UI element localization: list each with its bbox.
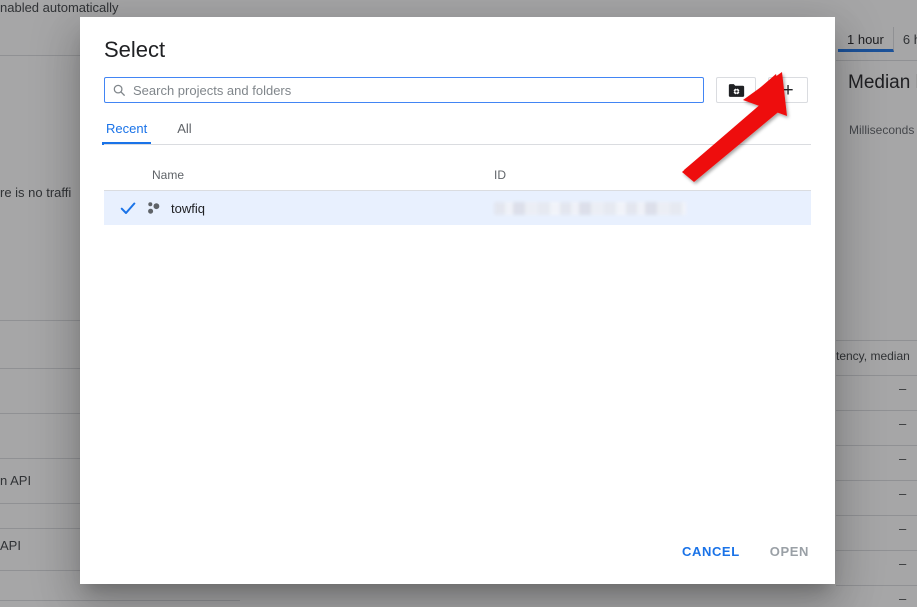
table-row[interactable]: towfiq [104,191,811,225]
column-header-id: ID [494,168,811,182]
tab-all[interactable]: All [175,117,193,145]
search-input[interactable] [133,83,696,98]
new-project-button[interactable]: + [768,77,808,103]
dialog-title: Select [80,17,835,63]
project-name: towfiq [171,201,205,216]
table-header-row: Name ID [104,145,811,191]
search-field[interactable] [104,77,704,103]
check-icon [118,198,138,218]
project-id-redacted [494,202,686,215]
table-cell-name: towfiq [104,198,494,218]
project-icon [146,200,162,216]
table-cell-id [494,202,811,215]
dialog-toolbar: + [80,63,835,103]
plus-icon: + [782,81,793,100]
tab-recent[interactable]: Recent [104,117,149,145]
search-icon [112,83,126,97]
browse-folders-button[interactable] [716,77,756,103]
dialog-footer: CANCEL OPEN [80,535,835,584]
select-project-dialog: Select [80,17,835,584]
tabs-divider [104,144,811,145]
cancel-button[interactable]: CANCEL [672,535,750,568]
folder-settings-icon [728,83,745,98]
open-button: OPEN [760,535,819,568]
column-header-name: Name [104,168,494,182]
dialog-tabs: Recent All [80,117,835,145]
projects-table: Name ID [80,145,835,535]
screen-root: nabled automatically re is no traffi n A… [0,0,917,607]
